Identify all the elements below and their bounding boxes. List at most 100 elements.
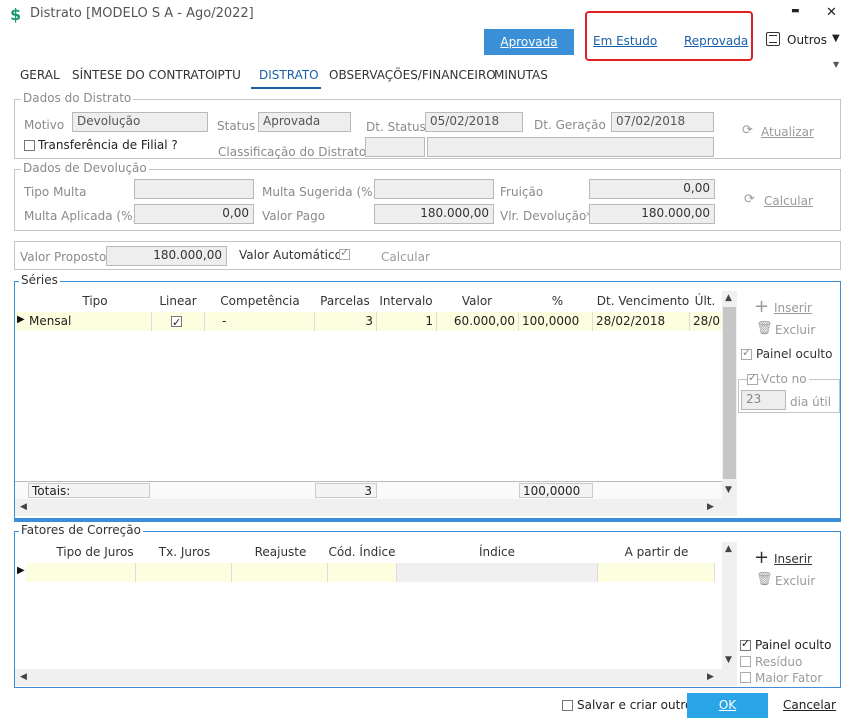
col-tipo[interactable]: Tipo bbox=[30, 291, 160, 311]
scroll-up-icon[interactable]: ▲ bbox=[725, 293, 732, 303]
series-vscrollbar[interactable]: ▲ ▼ bbox=[722, 291, 737, 499]
fatores-hscrollbar[interactable]: ◀ ▶ bbox=[15, 669, 737, 686]
classificacao-desc-field[interactable] bbox=[427, 137, 714, 157]
col-competencia[interactable]: Competência bbox=[205, 291, 315, 311]
fatores-excluir-button[interactable]: 🗑 Excluir bbox=[756, 572, 826, 589]
aprovada-button[interactable]: Aprovada bbox=[484, 29, 574, 55]
motivo-field[interactable]: Devolução bbox=[72, 112, 208, 132]
em-estudo-button[interactable]: Em Estudo bbox=[593, 34, 657, 48]
cell-cod-indice[interactable] bbox=[328, 563, 397, 582]
tab-minutas[interactable]: MINUTAS bbox=[494, 68, 548, 82]
tipo-multa-field[interactable] bbox=[134, 179, 254, 199]
classificacao-code-field[interactable] bbox=[365, 137, 425, 157]
refresh-icon: ⟳ bbox=[744, 192, 755, 207]
col-valor[interactable]: Valor bbox=[437, 291, 517, 311]
dt-status-label: Dt. Status bbox=[366, 120, 426, 134]
close-button[interactable]: ✕ bbox=[826, 5, 837, 20]
col-intervalo[interactable]: Intervalo bbox=[377, 291, 435, 311]
cell-ult[interactable]: 28/0 bbox=[690, 312, 722, 331]
cell-dt-vencimento[interactable]: 28/02/2018 bbox=[593, 312, 690, 331]
cell-reajuste[interactable] bbox=[232, 563, 328, 582]
residuo-checkbox[interactable] bbox=[740, 656, 751, 667]
dt-status-field[interactable]: 05/02/2018 bbox=[425, 112, 523, 132]
cell-indice[interactable] bbox=[397, 563, 598, 582]
cell-pct[interactable]: 100,0000 bbox=[519, 312, 593, 331]
vlr-devolucao-field[interactable]: 180.000,00 bbox=[589, 204, 715, 224]
maior-fator-checkbox[interactable] bbox=[740, 672, 751, 683]
calcular-devolucao-button[interactable]: ⟳ Calcular bbox=[744, 192, 824, 209]
dia-util-label: dia útil bbox=[790, 395, 832, 409]
fruicao-label: Fruição bbox=[500, 185, 544, 199]
valor-automatico-checkbox[interactable] bbox=[339, 246, 350, 260]
tab-distrato[interactable]: DISTRATO bbox=[259, 68, 319, 82]
plus-icon: + bbox=[754, 547, 770, 568]
cell-tx-juros[interactable] bbox=[136, 563, 232, 582]
series-painel-oculto-checkbox[interactable] bbox=[741, 346, 752, 360]
cell-a-partir-de[interactable] bbox=[598, 563, 715, 582]
outros-menu[interactable]: Outros ▼ bbox=[766, 32, 844, 52]
series-excluir-label: Excluir bbox=[775, 323, 816, 337]
tab-geral[interactable]: GERAL bbox=[20, 68, 60, 82]
col-pct[interactable]: % bbox=[520, 291, 595, 311]
table-row[interactable]: ▶ bbox=[15, 563, 722, 582]
cell-intervalo[interactable]: 1 bbox=[377, 312, 437, 331]
dia-field[interactable]: 23 bbox=[741, 390, 786, 410]
atualizar-button[interactable]: ⟳ Atualizar bbox=[742, 123, 822, 140]
ok-button[interactable]: OK bbox=[687, 693, 768, 718]
valor-pago-field[interactable]: 180.000,00 bbox=[374, 204, 494, 224]
col-parcelas[interactable]: Parcelas bbox=[315, 291, 375, 311]
chevron-down-icon: ▼ bbox=[832, 33, 840, 44]
dt-geracao-field[interactable]: 07/02/2018 bbox=[611, 112, 714, 132]
series-inserir-button[interactable]: + Inserir bbox=[754, 296, 824, 317]
tab-observacoes[interactable]: OBSERVAÇÕES/FINANCEIRO bbox=[329, 68, 496, 82]
fatores-vscrollbar[interactable]: ▲ ▼ bbox=[722, 542, 737, 669]
scroll-up-icon[interactable]: ▲ bbox=[725, 544, 732, 554]
vcto-no-checkbox[interactable] bbox=[747, 371, 758, 385]
scroll-left-icon[interactable]: ◀ bbox=[20, 502, 27, 512]
tab-sintese[interactable]: SÍNTESE DO CONTRATO bbox=[72, 68, 215, 82]
scroll-left-icon[interactable]: ◀ bbox=[20, 672, 27, 682]
cell-linear[interactable] bbox=[152, 312, 205, 331]
scroll-thumb[interactable] bbox=[723, 307, 736, 479]
salvar-criar-label: Salvar e criar outro bbox=[577, 698, 693, 712]
reprovada-button[interactable]: Reprovada bbox=[684, 34, 748, 48]
cell-competencia[interactable]: - bbox=[205, 312, 315, 331]
cancelar-button[interactable]: Cancelar bbox=[783, 698, 836, 712]
multa-sugerida-field[interactable] bbox=[374, 179, 494, 199]
minimize-button[interactable]: ▬ bbox=[791, 6, 800, 16]
series-excluir-button[interactable]: 🗑 Excluir bbox=[756, 321, 826, 338]
col-ult[interactable]: Últ. bbox=[685, 291, 725, 311]
scroll-down-icon[interactable]: ▼ bbox=[833, 60, 839, 69]
col-reajuste[interactable]: Reajuste bbox=[233, 542, 328, 562]
cell-tipo[interactable]: Mensal bbox=[26, 312, 152, 331]
col-a-partir-de[interactable]: A partir de bbox=[598, 542, 715, 562]
col-linear[interactable]: Linear bbox=[153, 291, 203, 311]
salvar-criar-checkbox[interactable] bbox=[562, 700, 573, 711]
valor-automatico-label: Valor Automático bbox=[239, 248, 342, 262]
col-tx-juros[interactable]: Tx. Juros bbox=[137, 542, 232, 562]
col-cod-indice[interactable]: Cód. Índice bbox=[328, 542, 396, 562]
fatores-painel-oculto-checkbox[interactable] bbox=[740, 637, 751, 651]
col-dt-vencimento[interactable]: Dt. Vencimento bbox=[593, 291, 693, 311]
multa-aplicada-field[interactable]: 0,00 bbox=[134, 204, 254, 224]
scroll-down-icon[interactable]: ▼ bbox=[725, 485, 732, 495]
series-hscrollbar[interactable]: ◀ ▶ bbox=[15, 499, 737, 516]
scroll-down-icon[interactable]: ▼ bbox=[725, 655, 732, 665]
fruicao-field[interactable]: 0,00 bbox=[589, 179, 715, 199]
fatores-inserir-button[interactable]: + Inserir bbox=[754, 547, 824, 568]
transferencia-checkbox[interactable] bbox=[24, 140, 35, 151]
cell-parcelas[interactable]: 3 bbox=[315, 312, 377, 331]
status-field[interactable]: Aprovada bbox=[258, 112, 351, 132]
valor-proposto-label: Valor Proposto bbox=[20, 250, 107, 264]
col-indice[interactable]: Índice bbox=[397, 542, 597, 562]
scroll-right-icon[interactable]: ▶ bbox=[707, 502, 714, 512]
tab-iptu[interactable]: IPTU bbox=[214, 68, 241, 82]
calcular-proposto-button[interactable]: Calcular bbox=[381, 250, 430, 264]
valor-proposto-field[interactable]: 180.000,00 bbox=[106, 246, 227, 266]
table-row[interactable]: ▶ Mensal - 3 1 60.000,00 100,0000 28/02/… bbox=[15, 312, 722, 331]
scroll-right-icon[interactable]: ▶ bbox=[707, 672, 714, 682]
cell-valor[interactable]: 60.000,00 bbox=[437, 312, 519, 331]
linear-checkbox[interactable] bbox=[171, 313, 182, 331]
multa-sugerida-label: Multa Sugerida (%) bbox=[262, 185, 378, 199]
cell-tipo-juros[interactable] bbox=[26, 563, 136, 582]
